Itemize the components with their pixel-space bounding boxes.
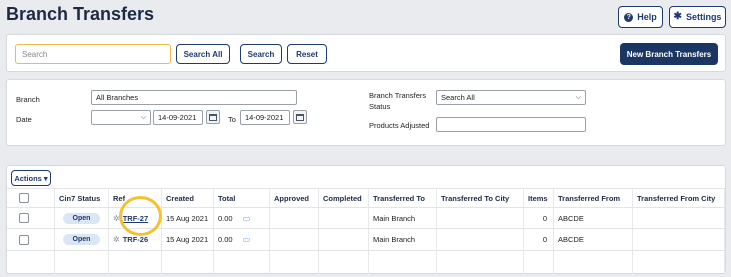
actions-button[interactable]: Actions ▾ [11, 170, 51, 186]
branch-label: Branch [16, 95, 40, 104]
created-cell: 15 Aug 2021 [162, 229, 214, 250]
total-value: 0.00 [218, 213, 233, 223]
ref-link[interactable]: TRF-27 [123, 214, 148, 223]
transferred-to-city-cell [437, 229, 524, 250]
select-all-cell [7, 189, 55, 207]
completed-cell [319, 229, 369, 250]
approved-cell [270, 208, 319, 228]
select-all-checkbox[interactable] [19, 193, 29, 203]
row-checkbox[interactable] [19, 213, 29, 223]
table-footer-row [7, 250, 725, 274]
search-all-button[interactable]: Search All [176, 44, 230, 64]
products-adjusted-field[interactable] [436, 117, 586, 132]
col-created[interactable]: Created [162, 189, 214, 207]
col-cin7-status[interactable]: Cin7 Status [55, 189, 109, 207]
table-row[interactable]: Open ✲ TRF-26 15 Aug 2021 0.00 ▭ Main Br… [7, 228, 725, 250]
transferred-to-city-cell [437, 208, 524, 228]
col-total[interactable]: Total [214, 189, 270, 207]
col-items[interactable]: Items [524, 189, 554, 207]
status-badge: Open [62, 234, 101, 245]
col-transferred-from[interactable]: Transferred From [554, 189, 633, 207]
date-label: Date [16, 115, 32, 124]
gear-icon[interactable]: ✲ [113, 214, 120, 223]
date-to-field[interactable]: 14-09-2021 [240, 110, 290, 125]
table-row[interactable]: Open ✲ TRF-27 15 Aug 2021 0.00 ▭ Main Br… [7, 207, 725, 228]
question-icon: ? [624, 12, 634, 22]
settings-button[interactable]: ✱ Settings [669, 6, 726, 28]
reset-button[interactable]: Reset [287, 44, 327, 64]
transfers-table-card: Actions ▾ Cin7 Status Ref Created Total … [6, 165, 726, 274]
row-checkbox[interactable] [19, 234, 29, 245]
col-transferred-to[interactable]: Transferred To [369, 189, 437, 207]
new-branch-transfers-button[interactable]: New Branch Transfers [620, 43, 718, 65]
to-label: To [228, 115, 236, 124]
comment-icon[interactable]: ▭ [243, 214, 251, 223]
branch-field[interactable]: All Branches [91, 90, 297, 105]
filters-card: Branch All Branches Date ⌵ 14-09-2021 To… [6, 79, 726, 146]
search-button[interactable]: Search [240, 44, 282, 64]
transferred-to-cell: Main Branch [369, 208, 437, 228]
transferred-from-city-cell [633, 229, 725, 250]
created-cell: 15 Aug 2021 [162, 208, 214, 228]
completed-cell [319, 208, 369, 228]
calendar-icon[interactable] [206, 110, 220, 124]
chevron-down-icon: ⌵ [140, 114, 146, 121]
status-label: Branch Transfers Status [369, 91, 427, 111]
items-cell: 0 [524, 208, 554, 228]
approved-cell [270, 229, 319, 250]
help-label: Help [637, 12, 657, 22]
col-completed[interactable]: Completed [319, 189, 369, 207]
transferred-to-cell: Main Branch [369, 229, 437, 250]
gear-icon: ✱ [673, 11, 682, 22]
help-button[interactable]: ? Help [618, 6, 663, 28]
calendar-icon[interactable] [293, 110, 307, 124]
status-badge: Open [62, 212, 101, 224]
transferred-from-city-cell [633, 208, 725, 228]
search-card: Search Search All Search Reset New Branc… [6, 34, 726, 72]
col-approved[interactable]: Approved [270, 189, 319, 207]
chevron-down-icon: ⌵ [575, 94, 581, 101]
comment-icon[interactable]: ▭ [243, 235, 251, 244]
items-cell: 0 [524, 229, 554, 250]
settings-label: Settings [685, 12, 722, 22]
col-ref[interactable]: Ref [109, 189, 162, 207]
col-transferred-from-city[interactable]: Transferred From City [633, 189, 725, 207]
total-value: 0.00 [218, 235, 233, 244]
transferred-from-cell: ABCDE [554, 229, 633, 250]
products-adjusted-label: Products Adjusted [369, 121, 430, 130]
status-select[interactable]: Search All ⌵ [436, 90, 586, 105]
page-title: Branch Transfers [6, 4, 155, 24]
date-range-select[interactable]: ⌵ [91, 110, 151, 125]
table-header-row: Cin7 Status Ref Created Total Approved C… [7, 188, 725, 207]
transferred-from-cell: ABCDE [554, 208, 633, 228]
gear-icon[interactable]: ✲ [113, 235, 120, 244]
search-input[interactable]: Search [15, 44, 171, 64]
date-from-field[interactable]: 14-09-2021 [153, 110, 203, 125]
col-transferred-to-city[interactable]: Transferred To City [437, 189, 524, 207]
status-select-value: Search All [441, 93, 475, 102]
ref-link[interactable]: TRF-26 [123, 235, 148, 244]
